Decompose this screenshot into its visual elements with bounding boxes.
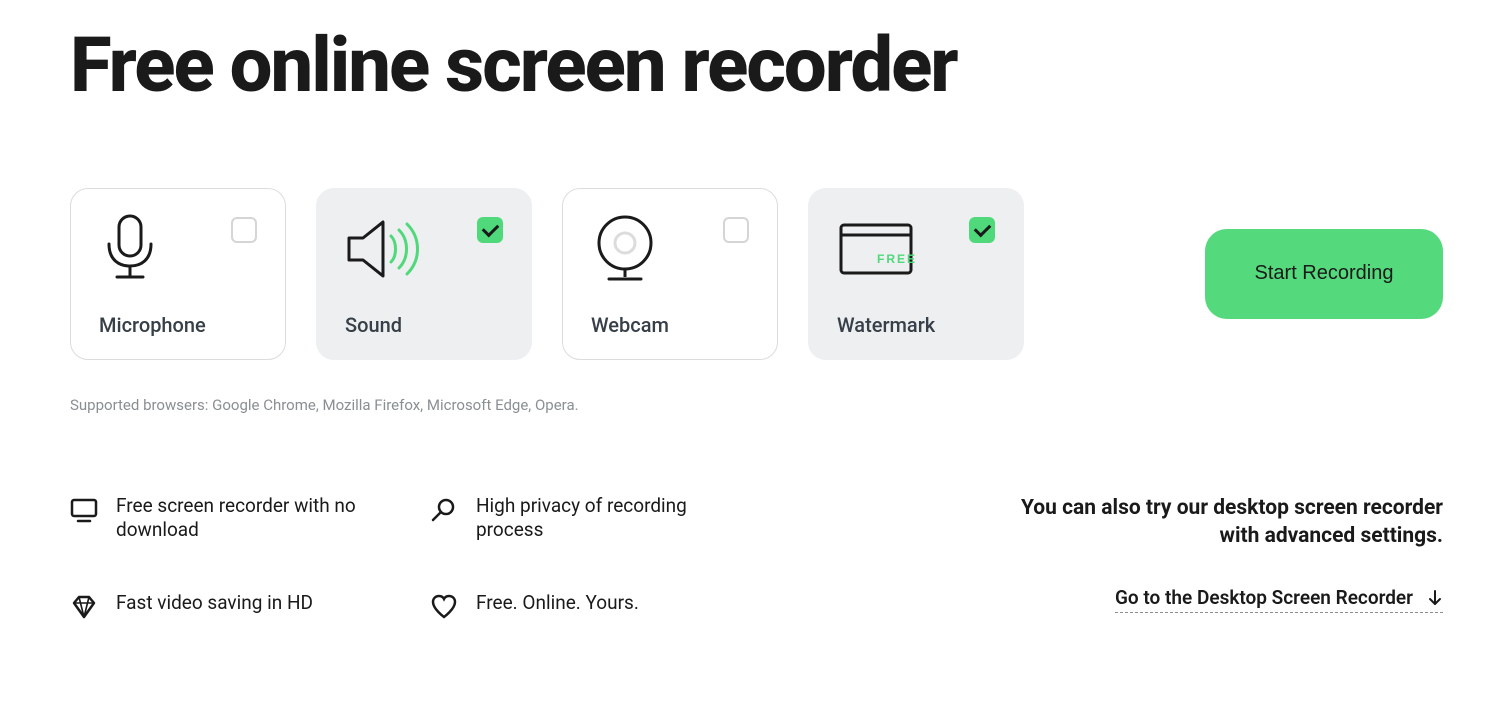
svg-text:FREE: FREE xyxy=(877,252,915,266)
options-row: Microphone Sound Webcam xyxy=(70,188,1443,360)
option-card-webcam[interactable]: Webcam xyxy=(562,188,778,360)
feature-text: Free. Online. Yours. xyxy=(476,591,639,616)
page-title: Free online screen recorder xyxy=(70,26,1443,106)
bottom-section: Free screen recorder with no download Hi… xyxy=(70,494,1443,621)
heart-icon xyxy=(430,593,458,621)
diamond-icon xyxy=(70,593,98,621)
feature-text: High privacy of recording process xyxy=(476,494,750,543)
start-recording-button[interactable]: Start Recording xyxy=(1205,229,1443,319)
feature-item: Free screen recorder with no download xyxy=(70,494,390,543)
supported-browsers-text: Supported browsers: Google Chrome, Mozil… xyxy=(70,396,1443,414)
option-label: Webcam xyxy=(591,313,749,337)
checkbox-webcam[interactable] xyxy=(723,217,749,243)
checkbox-microphone[interactable] xyxy=(231,217,257,243)
option-card-microphone[interactable]: Microphone xyxy=(70,188,286,360)
arrow-down-icon xyxy=(1427,590,1443,606)
promo-text: You can also try our desktop screen reco… xyxy=(1003,494,1443,551)
option-label: Watermark xyxy=(837,313,995,337)
desktop-promo: You can also try our desktop screen reco… xyxy=(1003,494,1443,621)
checkbox-watermark[interactable] xyxy=(969,217,995,243)
monitor-icon xyxy=(70,496,98,524)
option-label: Microphone xyxy=(99,313,257,337)
feature-item: Fast video saving in HD xyxy=(70,591,390,621)
feature-text: Fast video saving in HD xyxy=(116,591,313,616)
option-card-sound[interactable]: Sound xyxy=(316,188,532,360)
features-grid: Free screen recorder with no download Hi… xyxy=(70,494,790,621)
promo-link-text: Go to the Desktop Screen Recorder xyxy=(1115,586,1413,609)
privacy-icon xyxy=(430,496,458,524)
feature-item: High privacy of recording process xyxy=(430,494,750,543)
feature-text: Free screen recorder with no download xyxy=(116,494,390,543)
checkbox-sound[interactable] xyxy=(477,217,503,243)
feature-item: Free. Online. Yours. xyxy=(430,591,750,621)
option-card-watermark[interactable]: FREE Watermark xyxy=(808,188,1024,360)
option-label: Sound xyxy=(345,313,503,337)
desktop-recorder-link[interactable]: Go to the Desktop Screen Recorder xyxy=(1115,586,1443,613)
